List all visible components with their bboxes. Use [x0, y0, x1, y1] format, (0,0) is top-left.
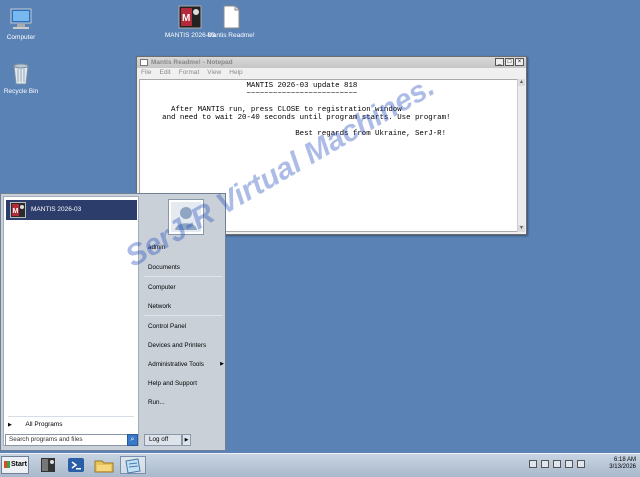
mantis-icon: M — [177, 4, 203, 30]
notepad-menubar: File Edit Format View Help — [137, 68, 526, 78]
start-menu-item-devices-printers[interactable]: Devices and Printers — [148, 342, 206, 349]
start-menu-item-computer[interactable]: Computer — [148, 284, 176, 291]
notepad-titlebar[interactable]: Mantis Readme! - Notepad _ □ × — [137, 57, 526, 68]
logoff-options-chevron-icon[interactable]: ▶ — [182, 434, 191, 446]
all-programs-button[interactable]: ▶ All Programs — [8, 421, 63, 428]
start-menu-item-label: MANTIS 2026-03 — [31, 206, 82, 213]
taskbar-app-explorer[interactable] — [92, 456, 118, 474]
mantis-icon: M — [10, 202, 26, 218]
menu-help[interactable]: Help — [229, 68, 242, 78]
windows-logo-icon — [4, 461, 10, 468]
start-button[interactable]: Start — [1, 456, 29, 474]
clock-date: 3/13/2026 — [609, 464, 636, 470]
start-menu-programs-pane: M MANTIS 2026-03 ▶ All Programs — [3, 196, 139, 446]
computer-icon — [8, 6, 34, 32]
recycle-bin-icon — [8, 60, 34, 86]
taskbar-app-mantis[interactable] — [36, 456, 62, 474]
search-icon[interactable]: ⌕ — [127, 434, 138, 446]
close-button[interactable]: × — [515, 58, 524, 66]
maximize-button[interactable]: □ — [505, 58, 514, 66]
start-menu-item-network[interactable]: Network — [148, 303, 171, 310]
desktop-icon-readme[interactable]: Mantis Readme! — [203, 4, 259, 40]
start-label: Start — [11, 461, 27, 468]
chevron-right-icon: ▶ — [220, 361, 224, 367]
scroll-up-icon[interactable]: ▲ — [518, 79, 525, 86]
desktop-icon-label: Recycle Bin — [3, 88, 39, 95]
divider — [144, 315, 222, 316]
chevron-right-icon: ▶ — [8, 422, 12, 428]
menu-format[interactable]: Format — [179, 68, 200, 78]
clock[interactable]: 6:18 AM 3/13/2026 — [609, 457, 636, 471]
system-tray — [529, 460, 585, 468]
taskbar-app-powershell[interactable] — [64, 456, 90, 474]
text-file-icon — [218, 4, 244, 30]
menu-view[interactable]: View — [207, 68, 221, 78]
desktop-icon-label: Mantis Readme! — [207, 32, 255, 39]
minimize-button[interactable]: _ — [495, 58, 504, 66]
taskbar-app-notepad[interactable] — [120, 456, 146, 474]
vertical-scrollbar[interactable]: ▲ ▼ — [517, 79, 525, 232]
start-menu-item-administrative-tools[interactable]: Administrative Tools ▶ — [148, 361, 224, 368]
start-menu-item-control-panel[interactable]: Control Panel — [148, 323, 186, 330]
network-tray-icon[interactable] — [529, 460, 537, 468]
start-menu-item-help-support[interactable]: Help and Support — [148, 380, 197, 387]
logoff-button[interactable]: Log off — [144, 434, 182, 446]
start-menu-item-label: Administrative Tools — [148, 361, 204, 368]
taskbar: Start 6:18 AM 3/13/2026 — [0, 453, 640, 477]
notepad-icon — [140, 59, 148, 66]
action-center-tray-icon[interactable] — [553, 460, 561, 468]
desktop-icon-label: Computer — [6, 34, 36, 41]
desktop-icon-recycle-bin[interactable]: Recycle Bin — [0, 60, 49, 96]
svg-text:M: M — [13, 208, 19, 215]
search-input[interactable]: Search programs and files — [5, 434, 128, 446]
svg-text:M: M — [182, 13, 190, 24]
menu-edit[interactable]: Edit — [159, 68, 170, 78]
divider — [144, 276, 222, 277]
start-menu-item-mantis[interactable]: M MANTIS 2026-03 — [6, 200, 137, 220]
start-menu-item-run[interactable]: Run... — [148, 399, 165, 406]
scroll-down-icon[interactable]: ▼ — [518, 225, 525, 232]
notepad-title: Mantis Readme! - Notepad — [151, 59, 233, 66]
all-programs-label: All Programs — [25, 421, 63, 428]
speaker-tray-icon[interactable] — [541, 460, 549, 468]
desktop-icon-computer[interactable]: Computer — [0, 6, 49, 42]
menu-file[interactable]: File — [141, 68, 151, 78]
volume-tray-icon[interactable] — [565, 460, 573, 468]
clock-time: 6:18 AM — [613, 457, 636, 463]
display-tray-icon[interactable] — [577, 460, 585, 468]
divider — [8, 416, 134, 417]
